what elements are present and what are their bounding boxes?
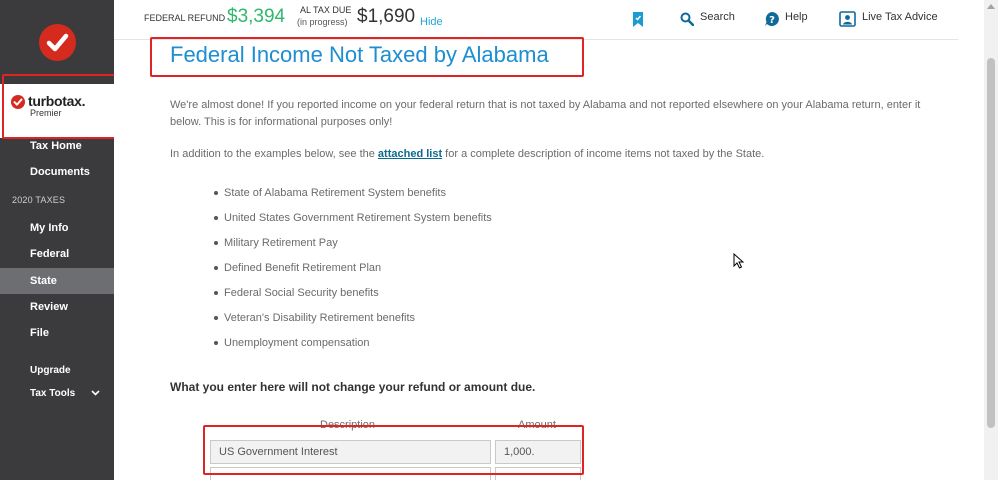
list-item: United States Government Retirement Syst…	[214, 211, 492, 236]
header-bar: FEDERAL REFUND $3,394 AL TAX DUE (in pro…	[114, 0, 958, 40]
list-item: Unemployment compensation	[214, 336, 492, 361]
list-item: Federal Social Security benefits	[214, 286, 492, 311]
sidebar-item-review[interactable]: Review	[0, 294, 114, 320]
hide-link[interactable]: Hide	[420, 16, 443, 28]
sidebar-item-label: Tax Tools	[30, 388, 76, 399]
al-tax-status: (in progress)	[297, 17, 348, 27]
examples-list: State of Alabama Retirement System benef…	[214, 186, 492, 361]
help-icon[interactable]: ?	[764, 11, 780, 27]
sidebar-item-state[interactable]: State	[0, 268, 114, 294]
sidebar-item-federal[interactable]: Federal	[0, 241, 114, 267]
sidebar-item-documents[interactable]: Documents	[0, 159, 114, 185]
vertical-scrollbar[interactable]	[984, 0, 998, 480]
no-change-note: What you enter here will not change your…	[170, 380, 536, 394]
sidebar-item-tax-home[interactable]: Tax Home	[0, 133, 114, 159]
al-tax-value: $1,690	[357, 6, 416, 27]
search-button[interactable]: Search	[700, 11, 735, 23]
list-item: Military Retirement Pay	[214, 236, 492, 261]
addition-paragraph: In addition to the examples below, see t…	[170, 146, 930, 163]
list-item: Defined Benefit Retirement Plan	[214, 261, 492, 286]
bookmark-icon[interactable]	[632, 11, 644, 28]
logo-area	[0, 0, 114, 84]
live-tax-advice-button[interactable]: Live Tax Advice	[862, 11, 938, 23]
svg-text:?: ?	[769, 15, 775, 26]
main-content: Federal Income Not Taxed by Alabama We'r…	[114, 37, 958, 480]
addition-suffix: for a complete description of income ite…	[445, 148, 765, 160]
intro-paragraph: We're almost done! If you reported incom…	[170, 99, 921, 128]
sidebar-section-label: 2020 TAXES	[12, 195, 66, 205]
chevron-down-icon	[91, 390, 100, 396]
turbotax-check-logo-icon[interactable]	[39, 24, 76, 61]
sidebar: turbotax. Premier Tax Home Documents 202…	[0, 0, 124, 480]
page: turbotax. Premier Tax Home Documents 202…	[0, 0, 998, 480]
federal-refund-value: $3,394	[227, 6, 286, 27]
help-button[interactable]: Help	[785, 11, 808, 23]
addition-prefix: In addition to the examples below, see t…	[170, 148, 375, 160]
list-item: Veteran's Disability Retirement benefits	[214, 311, 492, 336]
attached-list-link[interactable]: attached list	[378, 148, 442, 160]
scroll-up-arrow-icon[interactable]	[987, 4, 995, 9]
sidebar-item-my-info[interactable]: My Info	[0, 215, 114, 241]
federal-refund-label: FEDERAL REFUND	[144, 13, 226, 23]
live-advice-icon[interactable]	[839, 11, 856, 27]
search-icon[interactable]	[680, 12, 694, 26]
sidebar-item-file[interactable]: File	[0, 320, 114, 346]
list-item: State of Alabama Retirement System benef…	[214, 186, 492, 211]
mouse-cursor-icon	[733, 253, 744, 269]
brand-highlight-box	[2, 74, 124, 139]
sidebar-item-tax-tools[interactable]: Tax Tools	[0, 381, 114, 407]
al-tax-label: AL TAX DUE	[300, 5, 352, 15]
title-highlight-box	[150, 37, 584, 77]
scroll-thumb[interactable]	[987, 58, 995, 428]
entry-highlight-box	[203, 425, 584, 475]
